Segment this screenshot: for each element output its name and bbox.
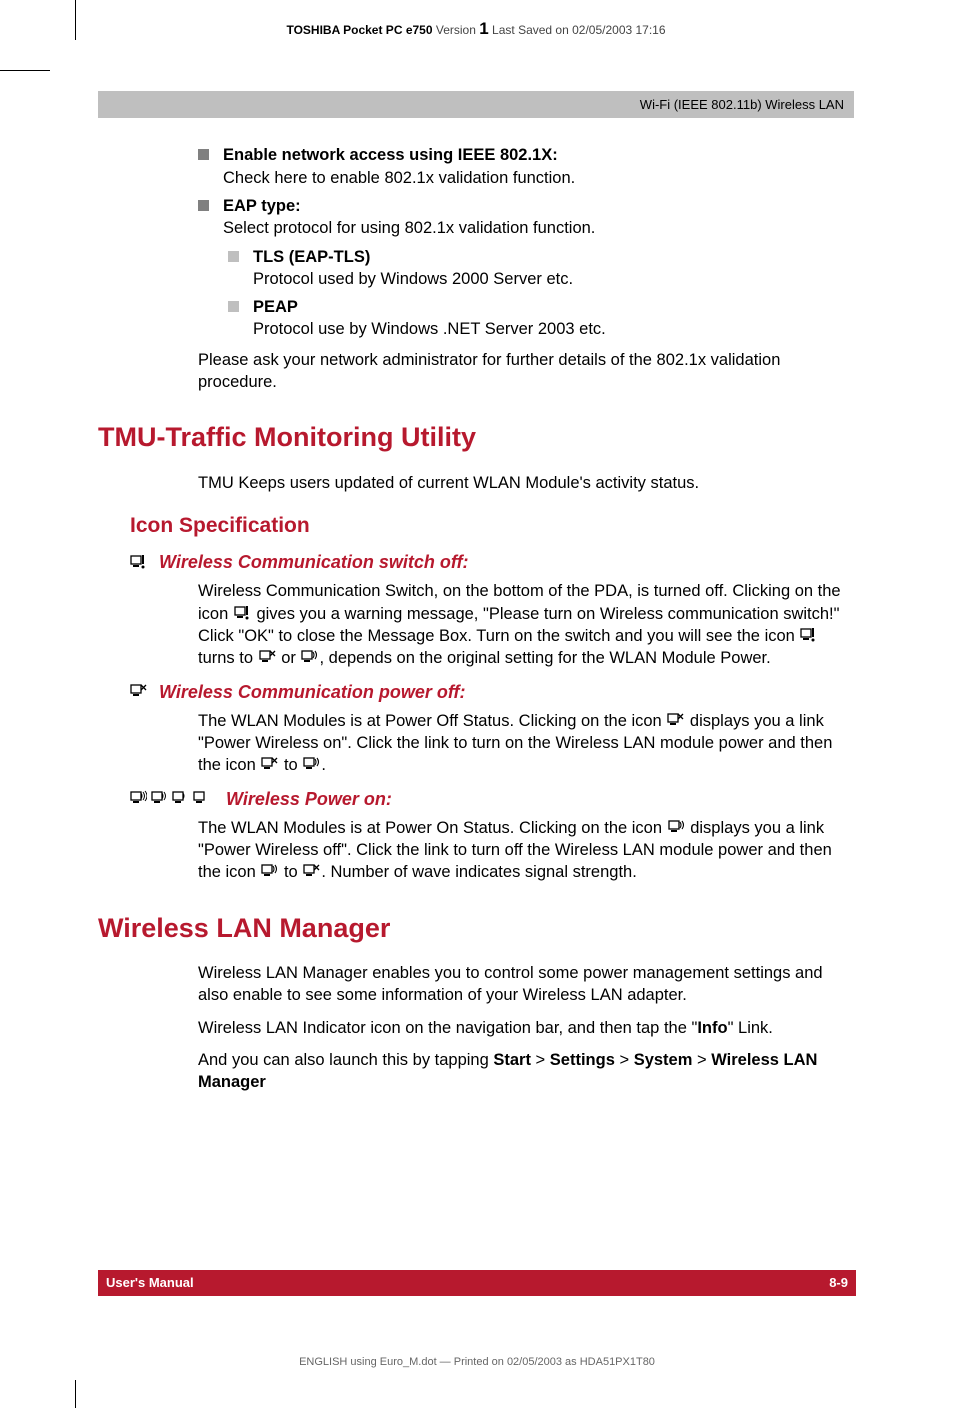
wlan-power-off-icon bbox=[303, 863, 320, 880]
bullet-icon bbox=[198, 149, 209, 160]
wlan-power-off-icon bbox=[259, 649, 276, 666]
power-off-paragraph: The WLAN Modules is at Power Off Status.… bbox=[198, 710, 854, 777]
eap-type-body: Select protocol for using 802.1x validat… bbox=[223, 217, 854, 239]
tls-title: TLS (EAP-TLS) bbox=[253, 246, 854, 268]
wlan-signal-0-icon bbox=[193, 790, 210, 807]
wlan-signal-2-icon bbox=[151, 790, 168, 807]
wlm-p3: And you can also launch this by tapping … bbox=[198, 1049, 854, 1094]
footer-bar: User's Manual 8-9 bbox=[98, 1270, 856, 1296]
switch-off-heading: Wireless Communication switch off: bbox=[159, 550, 469, 574]
power-off-heading: Wireless Communication power off: bbox=[159, 680, 466, 704]
enable-8021x-title: Enable network access using IEEE 802.1X: bbox=[223, 144, 854, 166]
peap-body: Protocol use by Windows .NET Server 2003… bbox=[253, 318, 854, 340]
running-header: TOSHIBA Pocket PC e750 Version 1 Last Sa… bbox=[98, 18, 854, 41]
tls-body: Protocol used by Windows 2000 Server etc… bbox=[253, 268, 854, 290]
wlm-p2: Wireless LAN Indicator icon on the navig… bbox=[198, 1017, 854, 1039]
product-name: TOSHIBA Pocket PC e750 bbox=[286, 23, 432, 37]
eap-type-title: EAP type: bbox=[223, 195, 854, 217]
wlan-signal-1-icon bbox=[172, 790, 189, 807]
wlan-power-off-icon bbox=[667, 712, 684, 729]
wlm-heading: Wireless LAN Manager bbox=[98, 910, 854, 946]
tmu-intro: TMU Keeps users updated of current WLAN … bbox=[198, 472, 854, 494]
footer-page-number: 8-9 bbox=[829, 1274, 848, 1292]
bullet-icon bbox=[198, 200, 209, 211]
icon-spec-heading: Icon Specification bbox=[130, 512, 854, 540]
tmu-heading: TMU-Traffic Monitoring Utility bbox=[98, 419, 854, 455]
wlan-switch-off-icon bbox=[234, 605, 251, 622]
wlan-power-off-icon bbox=[130, 683, 147, 700]
power-on-heading: Wireless Power on: bbox=[226, 787, 392, 811]
wlan-power-on-icon bbox=[261, 863, 278, 880]
bullet-icon bbox=[228, 301, 239, 312]
wlan-signal-3-icon bbox=[130, 790, 147, 807]
wlm-p1: Wireless LAN Manager enables you to cont… bbox=[198, 962, 854, 1007]
switch-off-paragraph: Wireless Communication Switch, on the bo… bbox=[198, 580, 854, 669]
ask-admin-note: Please ask your network administrator fo… bbox=[198, 349, 854, 394]
wlan-switch-off-icon bbox=[800, 627, 817, 644]
power-on-paragraph: The WLAN Modules is at Power On Status. … bbox=[198, 817, 854, 884]
wlan-switch-off-icon bbox=[130, 554, 147, 571]
peap-title: PEAP bbox=[253, 296, 854, 318]
version-label: Version bbox=[436, 23, 476, 37]
footer-left: User's Manual bbox=[106, 1274, 194, 1292]
section-path-bar: Wi-Fi (IEEE 802.11b) Wireless LAN bbox=[98, 91, 854, 119]
enable-8021x-body: Check here to enable 802.1x validation f… bbox=[223, 167, 854, 189]
wlan-power-on-icon bbox=[303, 756, 320, 773]
version-number: 1 bbox=[479, 19, 488, 38]
wlan-power-on-icon bbox=[301, 649, 318, 666]
wlan-power-off-icon bbox=[261, 756, 278, 773]
bullet-icon bbox=[228, 251, 239, 262]
wlan-power-on-icon bbox=[668, 819, 685, 836]
footer-print-line: ENGLISH using Euro_M.dot — Printed on 02… bbox=[0, 1355, 954, 1370]
saved-timestamp: Last Saved on 02/05/2003 17:16 bbox=[492, 23, 665, 37]
